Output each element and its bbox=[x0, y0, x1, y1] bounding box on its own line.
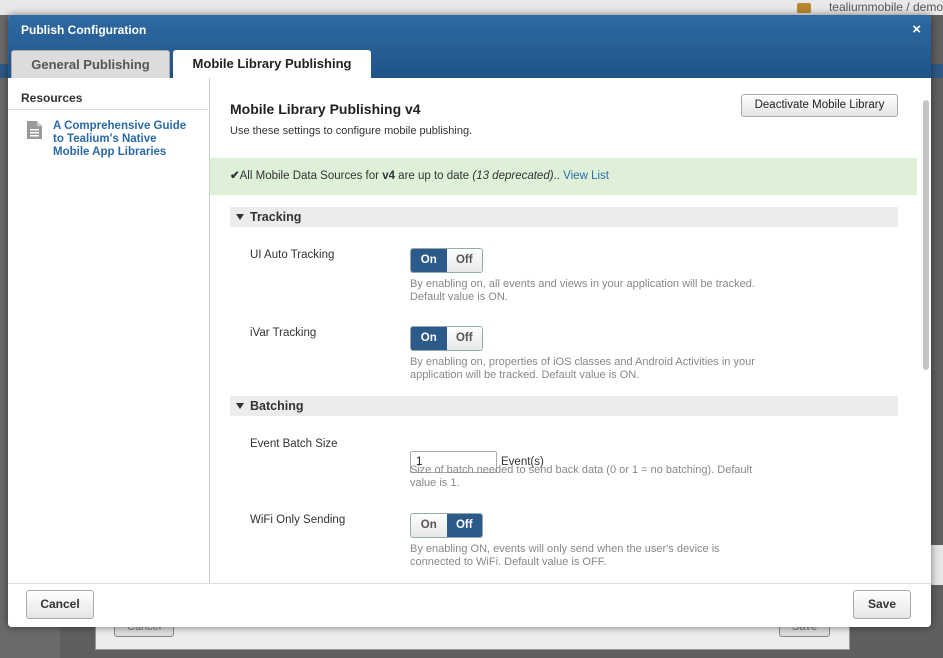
ivar-tracking-toggle[interactable]: On Off bbox=[410, 326, 483, 351]
background-right-edge bbox=[930, 545, 943, 585]
modal-footer: Cancel Save bbox=[8, 583, 931, 627]
check-icon: ✔ bbox=[230, 170, 240, 182]
event-batch-size-label: Event Batch Size bbox=[250, 438, 338, 450]
save-button[interactable]: Save bbox=[853, 590, 911, 619]
content-scrollbar[interactable] bbox=[923, 100, 929, 370]
ivar-tracking-off[interactable]: Off bbox=[446, 327, 482, 350]
background-user-text: tealiummobile / demo bbox=[828, 0, 943, 14]
ui-auto-tracking-label: UI Auto Tracking bbox=[250, 249, 335, 261]
resources-sidebar: Resources A Comprehensive Guide to Teali… bbox=[8, 78, 210, 583]
wifi-only-sending-label: WiFi Only Sending bbox=[250, 514, 346, 526]
wifi-only-sending-help: By enabling ON, events will only send wh… bbox=[410, 543, 720, 568]
cancel-button[interactable]: Cancel bbox=[26, 590, 94, 619]
status-deprecated: (13 deprecated) bbox=[472, 170, 554, 182]
caret-down-icon bbox=[236, 213, 244, 220]
section-batching[interactable]: Batching bbox=[230, 396, 898, 416]
close-icon[interactable]: × bbox=[912, 21, 921, 38]
ui-auto-tracking-off[interactable]: Off bbox=[446, 249, 482, 272]
mobile-publishing-content: Mobile Library Publishing v4 Use these s… bbox=[210, 78, 931, 583]
tab-bar: General Publishing Mobile Library Publis… bbox=[11, 50, 371, 78]
section-batching-title: Batching bbox=[250, 399, 304, 413]
background-user-menu: tealiummobile / demo bbox=[796, 0, 943, 14]
deactivate-mobile-library-button[interactable]: Deactivate Mobile Library bbox=[741, 94, 898, 117]
ivar-tracking-on[interactable]: On bbox=[411, 327, 447, 350]
resource-guide-link[interactable]: A Comprehensive Guide to Tealium's Nativ… bbox=[53, 120, 193, 159]
ui-auto-tracking-help: By enabling on, all events and views in … bbox=[410, 278, 755, 303]
section-tracking[interactable]: Tracking bbox=[230, 207, 898, 227]
ui-auto-tracking-toggle[interactable]: On Off bbox=[410, 248, 483, 273]
avatar bbox=[796, 2, 811, 13]
status-message: ✔All Mobile Data Sources for v4 are up t… bbox=[210, 158, 917, 195]
document-icon bbox=[27, 121, 42, 139]
modal-header: Publish Configuration × General Publishi… bbox=[8, 15, 931, 78]
event-batch-size-help: Size of batch needed to send back data (… bbox=[410, 464, 753, 489]
page-description: Use these settings to configure mobile p… bbox=[230, 125, 473, 137]
view-list-link[interactable]: View List bbox=[563, 170, 609, 182]
ivar-tracking-label: iVar Tracking bbox=[250, 327, 317, 339]
caret-down-icon bbox=[236, 402, 244, 409]
modal-body: Resources A Comprehensive Guide to Teali… bbox=[8, 78, 931, 583]
wifi-only-sending-toggle[interactable]: On Off bbox=[410, 513, 483, 538]
wifi-only-sending-off[interactable]: Off bbox=[446, 514, 482, 537]
resource-item[interactable]: A Comprehensive Guide to Tealium's Nativ… bbox=[8, 110, 209, 159]
status-version: v4 bbox=[382, 170, 395, 182]
ivar-tracking-help: By enabling on, properties of iOS classe… bbox=[410, 356, 755, 381]
sidebar-title: Resources bbox=[8, 78, 209, 110]
wifi-only-sending-on[interactable]: On bbox=[411, 514, 447, 537]
tab-general-publishing[interactable]: General Publishing bbox=[11, 50, 170, 78]
status-prefix: All Mobile Data Sources for bbox=[239, 170, 383, 182]
status-suffix: .. bbox=[553, 170, 564, 182]
page-title: Mobile Library Publishing v4 bbox=[230, 101, 421, 117]
modal-title: Publish Configuration bbox=[21, 23, 147, 37]
publish-configuration-modal: Publish Configuration × General Publishi… bbox=[8, 15, 931, 627]
status-middle: are up to date bbox=[394, 170, 473, 182]
ui-auto-tracking-on[interactable]: On bbox=[411, 249, 447, 272]
tab-mobile-library-publishing[interactable]: Mobile Library Publishing bbox=[173, 50, 371, 78]
section-tracking-title: Tracking bbox=[250, 210, 302, 224]
